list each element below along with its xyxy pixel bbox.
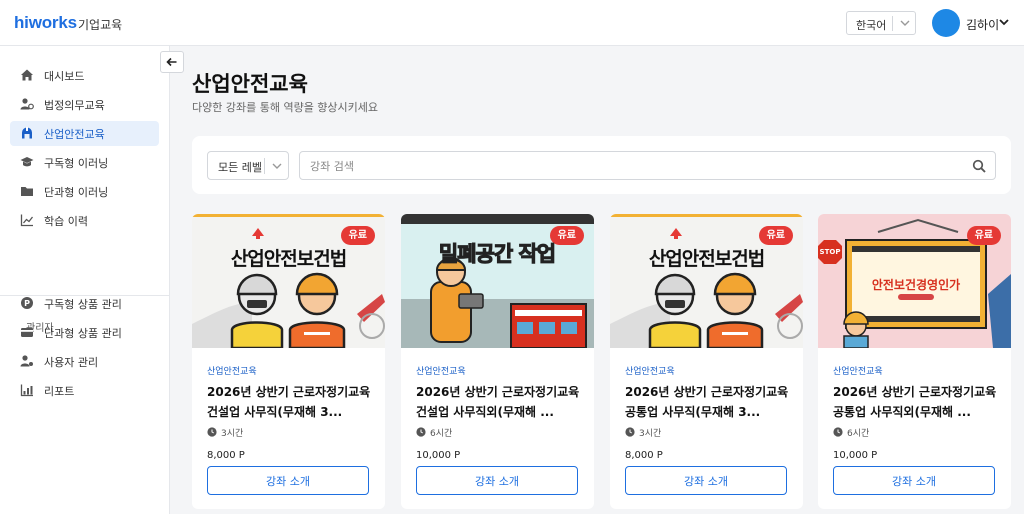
helmet-icon: [22, 127, 32, 139]
thumbnail-title: 산업안전보건법: [648, 248, 765, 270]
course-card[interactable]: 유료 산업안전보건법 산업안전교육 2026년 상반기 근로자정기교육 건설업 …: [192, 214, 385, 509]
course-intro-button[interactable]: 강좌 소개: [416, 466, 578, 495]
course-price: 10,000 P: [833, 450, 878, 461]
arrow-left-icon: [166, 57, 177, 67]
sidebar-item-label: 학습 이력: [44, 215, 88, 228]
course-category: 산업안전교육: [833, 367, 883, 377]
course-intro-button[interactable]: 강좌 소개: [207, 466, 369, 495]
search-box: [299, 151, 996, 180]
home-icon: [21, 69, 33, 81]
level-select[interactable]: 모든 레벨: [207, 151, 289, 180]
sidebar-item-dashboard[interactable]: 대시보드: [10, 63, 159, 88]
avatar[interactable]: [932, 9, 960, 37]
user-name[interactable]: 김하이: [966, 16, 999, 33]
hiworks-logo[interactable]: hiworks: [14, 13, 77, 33]
chevron-down-icon: [272, 163, 282, 169]
sidebar-item-report[interactable]: 리포트: [10, 378, 159, 403]
course-card[interactable]: 유료 산업안전보건법 산업안전교육 2026년 상반기 근로자정기교육 공통업 …: [610, 214, 803, 509]
thumbnail-title: 산업안전보건법: [230, 248, 347, 270]
course-title[interactable]: 2026년 상반기 근로자정기교육 건설업 사무직(무재해 3...: [207, 382, 375, 422]
sidebar-item-label: 구독형 이러닝: [44, 157, 109, 170]
graduation-cap-icon: [20, 157, 34, 167]
sidebar-item-single-product-admin[interactable]: 단과형 상품 관리: [10, 320, 159, 345]
select-divider: [892, 16, 893, 31]
sidebar-item-user-admin[interactable]: 사용자 관리: [10, 349, 159, 374]
search-input[interactable]: [310, 158, 950, 174]
course-card[interactable]: 유료 밀폐공간 작업 산업안전교육 2026년 상반기 근로자정기교육 건설업 …: [401, 214, 594, 509]
course-intro-button[interactable]: 강좌 소개: [625, 466, 787, 495]
report-icon: [20, 384, 33, 397]
page-title: 산업안전교육: [192, 72, 308, 96]
svg-text:P: P: [24, 299, 30, 308]
sidebar-item-label: 산업안전교육: [44, 128, 105, 141]
sidebar-item-label: 단과형 이러닝: [44, 186, 109, 199]
sidebar-item-subscription-elearning[interactable]: 구독형 이러닝: [10, 150, 159, 175]
users-icon: [20, 98, 34, 110]
language-select[interactable]: 한국어: [846, 11, 916, 35]
thumbnail-title: 안전보건경영인가: [871, 278, 961, 292]
card-icon: [21, 328, 33, 337]
course-intro-button[interactable]: 강좌 소개: [833, 466, 995, 495]
stop-sign-text: STOP: [819, 248, 841, 256]
folder-icon: [21, 187, 33, 196]
paid-badge: 유료: [966, 226, 1001, 245]
collapse-sidebar-button[interactable]: [160, 51, 184, 73]
sidebar: 대시보드 법정의무교육 산업안전교육 구독형 이러닝 단과형 이러닝 학습 이력…: [0, 46, 170, 514]
sidebar-item-safety-education[interactable]: 산업안전교육: [10, 121, 159, 146]
search-icon[interactable]: [972, 159, 986, 173]
sidebar-item-single-elearning[interactable]: 단과형 이러닝: [10, 179, 159, 204]
language-label: 한국어: [856, 19, 887, 32]
course-price: 8,000 P: [625, 450, 663, 461]
duration-text: 6시간: [847, 429, 870, 439]
course-category: 산업안전교육: [416, 367, 466, 377]
course-price: 8,000 P: [207, 450, 245, 461]
course-title[interactable]: 2026년 상반기 근로자정기교육 공통업 사무직외(무재해 ...: [833, 382, 1001, 422]
sidebar-item-label: 대시보드: [44, 70, 85, 83]
top-header: hiworks 기업교육 한국어 김하이: [0, 0, 1024, 46]
chevron-down-icon[interactable]: [998, 16, 1010, 28]
chevron-down-icon: [900, 20, 910, 26]
sidebar-item-learning-history[interactable]: 학습 이력: [10, 208, 159, 233]
course-price: 10,000 P: [416, 450, 461, 461]
course-title[interactable]: 2026년 상반기 근로자정기교육 건설업 사무직외(무재해 ...: [416, 382, 584, 422]
clock-icon: [833, 427, 843, 437]
duration-text: 3시간: [221, 429, 244, 439]
sidebar-item-label: 사용자 관리: [44, 356, 99, 369]
duration-text: 6시간: [430, 429, 453, 439]
sidebar-item-label: 법정의무교육: [44, 99, 105, 112]
course-title[interactable]: 2026년 상반기 근로자정기교육 공통업 사무직(무재해 3...: [625, 382, 793, 422]
duration-text: 3시간: [639, 429, 662, 439]
coin-icon: P: [21, 297, 33, 309]
paid-badge: 유료: [340, 226, 375, 245]
sidebar-item-legal-education[interactable]: 법정의무교육: [10, 92, 159, 117]
clock-icon: [416, 427, 426, 437]
thumbnail-title: 밀폐공간 작업: [438, 242, 556, 267]
sidebar-item-subscription-product-admin[interactable]: P 구독형 상품 관리: [10, 291, 159, 316]
sidebar-item-label: 구독형 상품 관리: [44, 298, 122, 311]
select-divider: [264, 158, 265, 174]
sidebar-item-label: 리포트: [44, 385, 75, 398]
clock-icon: [625, 427, 635, 437]
sidebar-item-label: 단과형 상품 관리: [44, 327, 122, 340]
filter-bar: 모든 레벨: [192, 136, 1011, 194]
logo-subtitle: 기업교육: [78, 18, 123, 32]
clock-icon: [207, 427, 217, 437]
course-card[interactable]: 유료 STOP 안전보건경영인가 산업안전교육 2026년 상반기 근로자정기교…: [818, 214, 1011, 509]
page-subtitle: 다양한 강좌를 통해 역량을 향상시키세요: [192, 101, 379, 114]
course-category: 산업안전교육: [625, 367, 675, 377]
chart-line-icon: [20, 214, 34, 227]
user-settings-icon: [20, 355, 33, 367]
level-select-value: 모든 레벨: [218, 161, 262, 174]
paid-badge: 유료: [758, 226, 793, 245]
course-category: 산업안전교육: [207, 367, 257, 377]
